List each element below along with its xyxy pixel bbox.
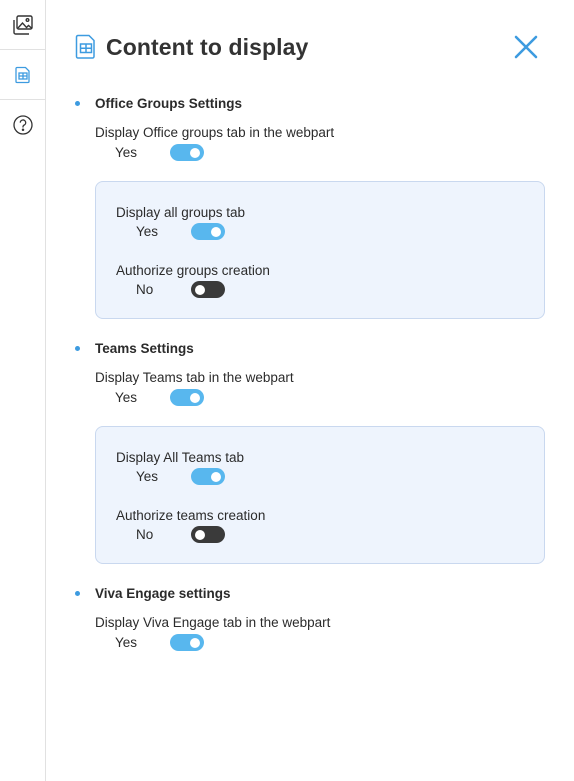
teams-tab-toggle[interactable] [170,389,204,406]
left-rail [0,0,46,781]
toggle-state-text: No [136,527,154,542]
image-gallery-icon [12,14,34,36]
table-view-icon [74,34,98,65]
toggle-knob [190,637,200,648]
toggle-knob [190,147,200,158]
table-view-icon [14,66,32,84]
section-title-viva-engage: Viva Engage settings [74,585,231,603]
toggle-state-text: Yes [115,635,138,650]
bullet-icon [75,101,80,106]
toggle-knob [190,392,200,403]
toggle-state-text: Yes [136,469,159,484]
section-title-office-groups: Office Groups Settings [74,95,242,113]
groups-creation-toggle[interactable] [191,281,225,298]
all-groups-tab-label: Display all groups tab [116,205,246,220]
bullet-icon [75,346,80,351]
close-icon [512,35,540,65]
all-teams-tab-label: Display All Teams tab [116,450,245,465]
toggle-state-text: Yes [136,224,159,239]
rail-item-help[interactable] [0,100,45,150]
viva-engage-tab-toggle[interactable] [170,634,204,651]
panel-header: Content to display [74,32,544,62]
office-groups-tab-toggle[interactable] [170,144,204,161]
all-groups-tab-toggle[interactable] [191,223,225,240]
all-teams-tab-toggle[interactable] [191,468,225,485]
office-groups-sub-settings: Display all groups tab Yes Authorize gro… [95,181,545,319]
toggle-state-text: Yes [115,390,138,405]
groups-creation-label: Authorize groups creation [116,263,270,278]
section-title-teams: Teams Settings [74,340,194,358]
toggle-knob [211,471,221,482]
close-button[interactable] [512,33,540,61]
toggle-state-text: Yes [115,145,138,160]
rail-item-table-view[interactable] [0,50,45,100]
teams-sub-settings: Display All Teams tab Yes Authorize team… [95,426,545,564]
office-groups-tab-label: Display Office groups tab in the webpart [95,125,335,140]
teams-creation-label: Authorize teams creation [116,508,266,523]
viva-engage-tab-label: Display Viva Engage tab in the webpart [95,615,331,630]
page-title: Content to display [106,34,309,60]
toggle-knob [195,284,205,295]
toggle-state-text: No [136,282,154,297]
teams-creation-toggle[interactable] [191,526,225,543]
rail-item-image-gallery[interactable] [0,0,45,50]
teams-tab-label: Display Teams tab in the webpart [95,370,294,385]
help-icon [12,114,34,136]
bullet-icon [75,591,80,596]
toggle-knob [211,226,221,237]
toggle-knob [195,529,205,540]
